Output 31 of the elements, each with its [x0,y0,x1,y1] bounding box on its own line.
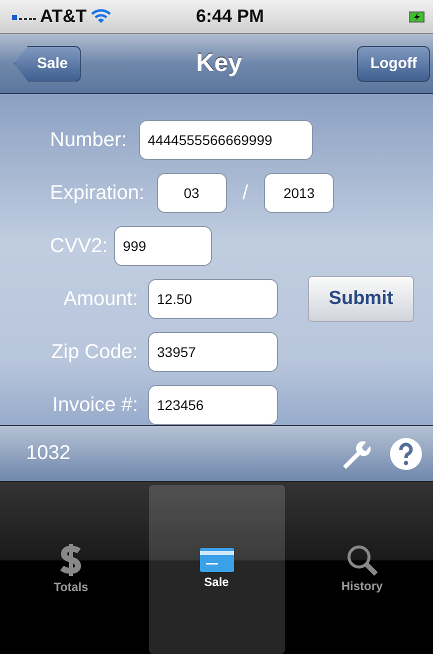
year-field[interactable]: 2013 [264,173,334,213]
submit-button[interactable]: Submit [308,276,414,322]
status-time: 6:44 PM [195,6,266,27]
field-label: Invoice #: [51,394,138,416]
logoff-button[interactable]: Logoff [357,46,430,82]
field-label: CVV2: [50,234,108,258]
tab[interactable]: History [294,485,430,654]
field-label: Expiration: [50,182,144,204]
credit-card-icon [200,548,234,572]
help-icon[interactable] [389,436,423,470]
input-field[interactable]: 999 [114,226,212,266]
input-field[interactable]: 33957 [148,332,278,372]
screen-title: Key [196,49,242,78]
dollar-icon [58,543,84,577]
signal-icon [12,14,36,20]
field-label: Amount: [62,288,138,310]
input-field[interactable]: 12.50 [148,279,278,319]
tab[interactable]: Totals [3,485,139,654]
input-field[interactable]: 4444555566669999 [138,120,313,160]
wifi-icon [90,9,111,24]
search-icon [346,544,378,576]
tab[interactable]: Sale [148,485,284,654]
input-field[interactable]: 123456 [148,385,278,425]
terminal-number: 1032 [26,442,70,465]
field-label: Number: [50,128,127,152]
field-label: Zip Code: [50,340,138,364]
date-separator: / [242,182,250,204]
month-field[interactable]: 03 [156,173,226,213]
back-button[interactable]: Sale [14,46,81,82]
battery-icon [409,10,425,22]
carrier-name: AT&T [40,6,87,27]
